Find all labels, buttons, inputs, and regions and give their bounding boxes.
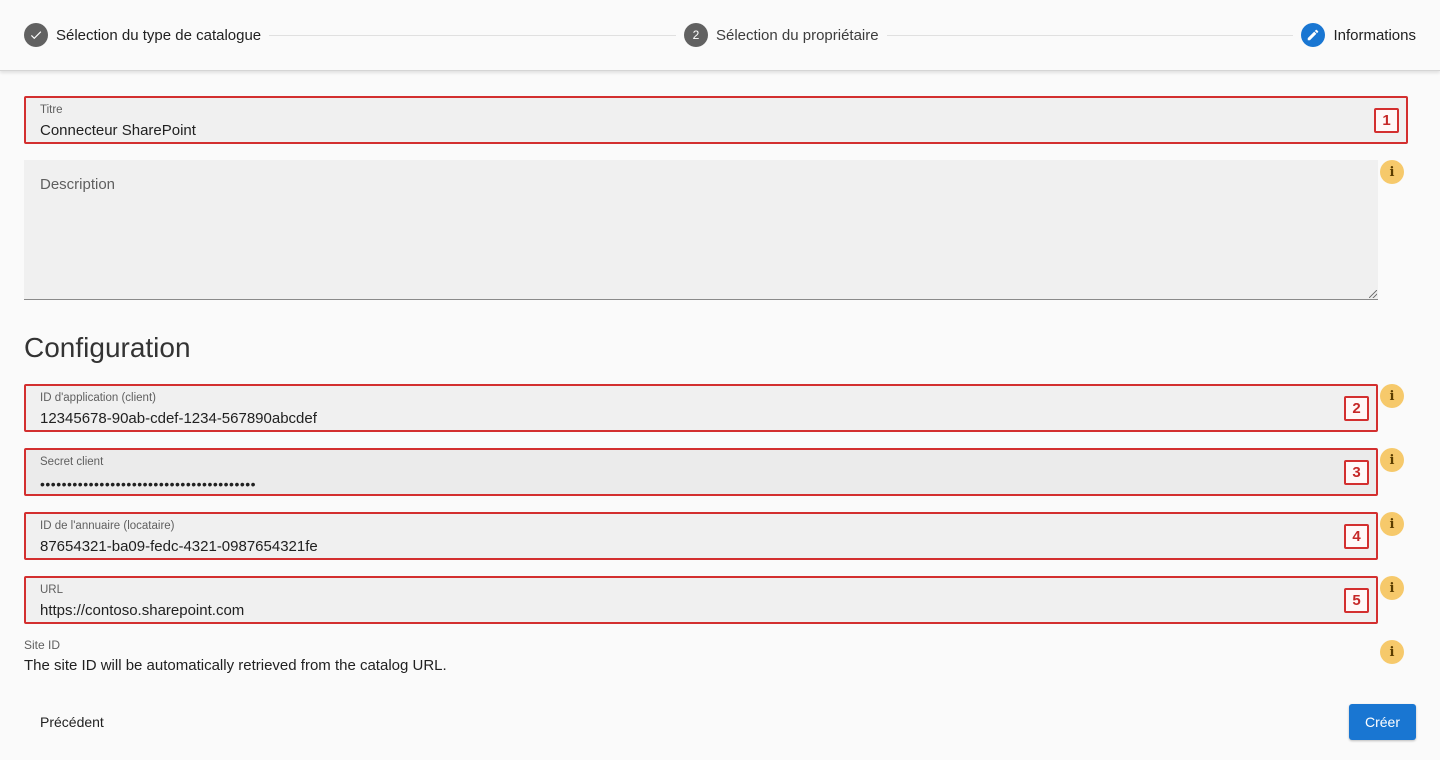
- site-id-label: Site ID: [24, 638, 61, 652]
- step-label: Informations: [1333, 26, 1416, 44]
- pencil-icon: [1301, 23, 1326, 47]
- step-informations[interactable]: Informations: [1301, 23, 1416, 47]
- step-catalog-type[interactable]: Sélection du type de catalogue: [24, 23, 261, 47]
- url-input[interactable]: [40, 602, 1240, 619]
- app-id-field[interactable]: ID d'application (client) 2: [24, 384, 1378, 432]
- create-button[interactable]: Créer: [1349, 704, 1416, 740]
- info-icon[interactable]: i: [1380, 448, 1404, 472]
- app-id-label: ID d'application (client): [40, 392, 156, 404]
- title-input[interactable]: [40, 122, 1240, 139]
- section-heading-configuration: Configuration: [24, 332, 191, 363]
- step-owner[interactable]: 2 Sélection du propriétaire: [684, 23, 879, 47]
- callout-badge-5: 5: [1344, 588, 1369, 613]
- tenant-id-field[interactable]: ID de l'annuaire (locataire) 4: [24, 512, 1378, 560]
- client-secret-field[interactable]: Secret client ••••••••••••••••••••••••••…: [24, 448, 1378, 496]
- tenant-id-input[interactable]: [40, 538, 1240, 555]
- step-number-badge: 2: [684, 23, 708, 47]
- description-textarea[interactable]: Description: [24, 160, 1378, 300]
- title-label: Titre: [40, 104, 63, 116]
- site-id-text: The site ID will be automatically retrie…: [24, 657, 447, 674]
- back-button[interactable]: Précédent: [24, 704, 120, 740]
- info-icon[interactable]: i: [1380, 576, 1404, 600]
- info-icon[interactable]: i: [1380, 160, 1404, 184]
- callout-badge-4: 4: [1344, 524, 1369, 549]
- resize-handle[interactable]: [1369, 290, 1377, 298]
- url-label: URL: [40, 584, 64, 596]
- step-label: Sélection du type de catalogue: [56, 26, 262, 44]
- client-secret-input[interactable]: ••••••••••••••••••••••••••••••••••••••••: [40, 476, 1240, 492]
- step-connector: [269, 34, 676, 36]
- stepper: Sélection du type de catalogue 2 Sélecti…: [0, 0, 1440, 71]
- check-icon: [24, 23, 48, 47]
- callout-badge-3: 3: [1344, 460, 1369, 485]
- callout-badge-1: 1: [1374, 108, 1399, 133]
- info-icon[interactable]: i: [1380, 384, 1404, 408]
- app-id-input[interactable]: [40, 410, 1240, 427]
- tenant-id-label: ID de l'annuaire (locataire): [40, 520, 175, 532]
- title-field[interactable]: Titre 1: [24, 96, 1408, 144]
- info-icon[interactable]: i: [1380, 640, 1404, 664]
- description-placeholder: Description: [40, 176, 116, 193]
- callout-badge-2: 2: [1344, 396, 1369, 421]
- client-secret-label: Secret client: [40, 456, 104, 468]
- url-field[interactable]: URL 5: [24, 576, 1378, 624]
- step-label: Sélection du propriétaire: [716, 26, 879, 44]
- step-connector: [886, 34, 1294, 36]
- info-icon[interactable]: i: [1380, 512, 1404, 536]
